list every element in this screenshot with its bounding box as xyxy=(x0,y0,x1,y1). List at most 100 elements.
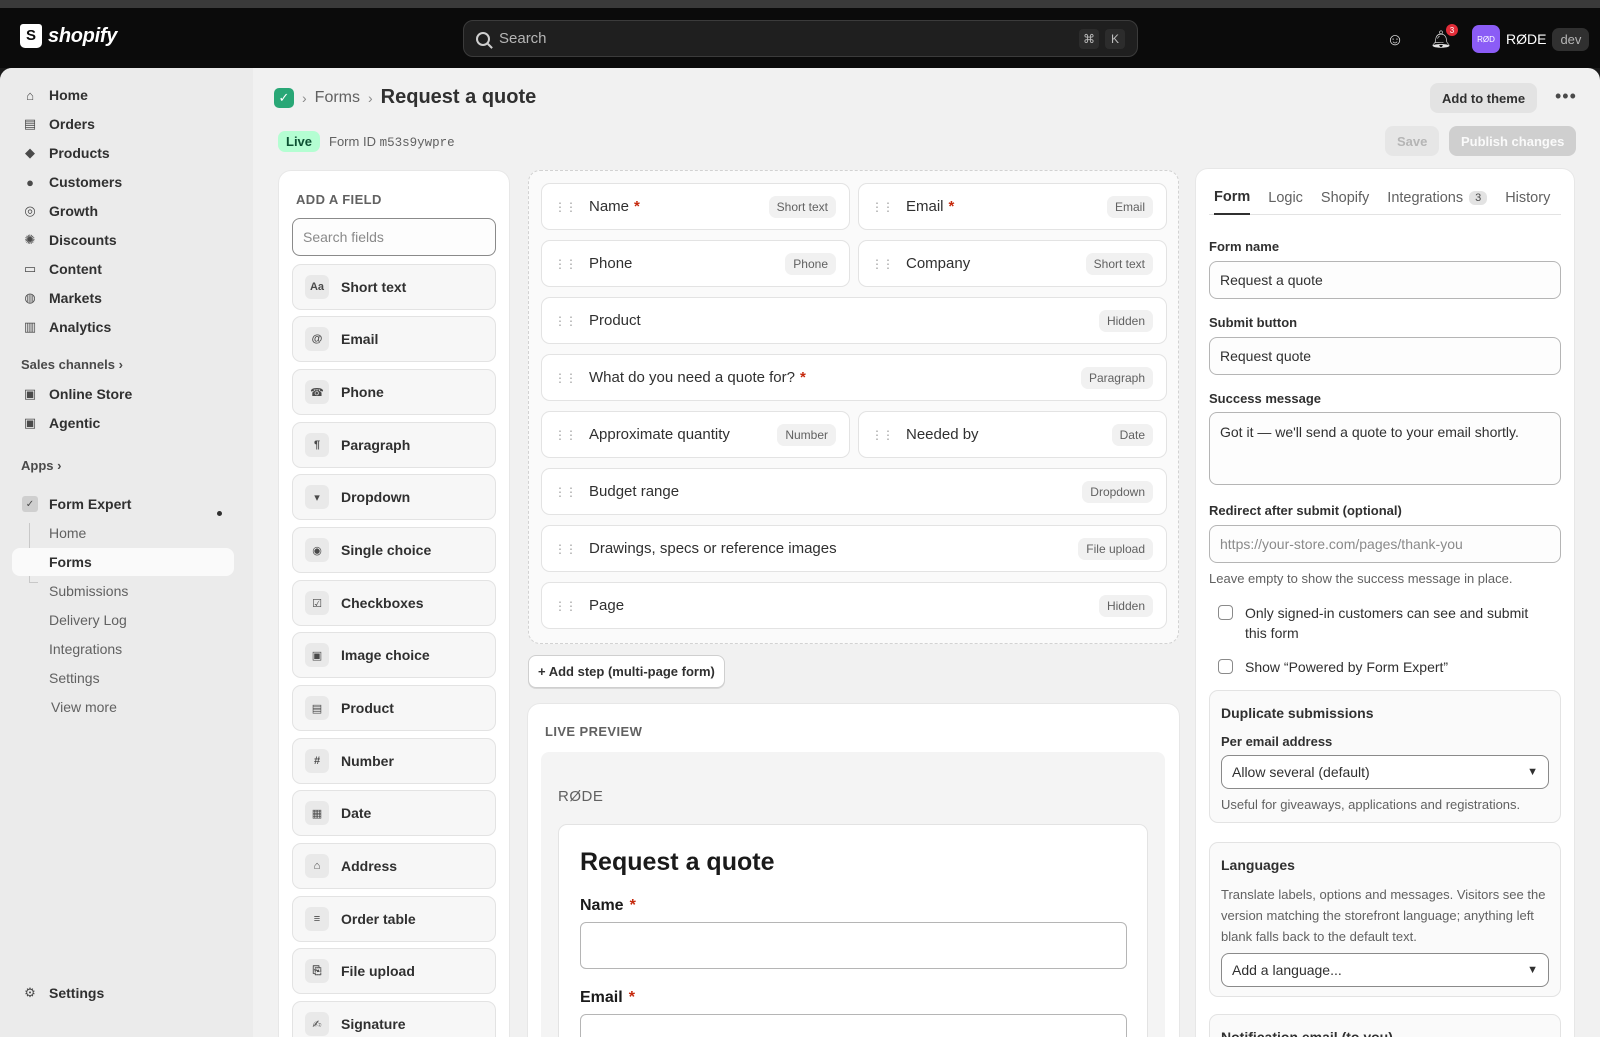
store-switcher[interactable]: RØD RØDE dev xyxy=(1472,25,1590,53)
preview-email-input[interactable] xyxy=(580,1014,1127,1037)
drag-handle-icon[interactable]: ⋮⋮ xyxy=(554,371,577,385)
palette-checkboxes[interactable]: ☑ Checkboxes xyxy=(292,580,496,626)
tab-history[interactable]: History xyxy=(1505,181,1550,215)
palette-dropdown[interactable]: ▾ Dropdown xyxy=(292,474,496,520)
drag-handle-icon[interactable]: ⋮⋮ xyxy=(554,485,577,499)
form-expert-app-icon[interactable]: ✓ xyxy=(274,87,294,108)
apps-header[interactable]: Apps › xyxy=(21,458,61,473)
tab-label: Shopify xyxy=(1320,190,1370,206)
field-row-needed-by[interactable]: ⋮⋮ Needed by Date xyxy=(858,411,1167,458)
palette-item-label: Single choice xyxy=(341,542,432,558)
tab-integrations[interactable]: Integrations 3 xyxy=(1387,181,1488,215)
sidebar-item-discounts[interactable]: ✺ Discounts xyxy=(12,226,234,254)
powered-by-checkbox[interactable]: Show “Powered by Form Expert” xyxy=(1218,657,1448,677)
checkbox-box[interactable] xyxy=(1218,605,1233,620)
publish-changes-button[interactable]: Publish changes xyxy=(1449,126,1577,156)
field-row-page[interactable]: ⋮⋮ Page Hidden xyxy=(541,582,1167,629)
field-row-phone[interactable]: ⋮⋮ Phone Phone xyxy=(541,240,850,287)
palette-order-table[interactable]: ≡ Order table xyxy=(292,896,496,942)
sidebar-item-analytics[interactable]: ▥ Analytics xyxy=(12,313,234,341)
palette-single-choice[interactable]: ◉ Single choice xyxy=(292,527,496,573)
save-button[interactable]: Save xyxy=(1385,126,1440,156)
sidebar-item-home[interactable]: ⌂ Home xyxy=(12,81,234,109)
global-search[interactable]: Search ⌘ K xyxy=(463,20,1138,57)
form-name-input[interactable]: Request a quote xyxy=(1209,261,1561,299)
more-actions-icon[interactable]: ••• xyxy=(1555,86,1577,107)
sidebar-item-growth[interactable]: ◎ Growth xyxy=(12,197,234,225)
drag-handle-icon[interactable]: ⋮⋮ xyxy=(554,599,577,613)
drag-handle-icon[interactable]: ⋮⋮ xyxy=(554,428,577,442)
palette-email[interactable]: @ Email xyxy=(292,316,496,362)
select-value: Add a language... xyxy=(1232,962,1342,978)
store-avatar: RØD xyxy=(1472,25,1500,53)
sidebar-view-more[interactable]: View more xyxy=(12,693,234,721)
search-fields-input[interactable]: Search fields xyxy=(292,218,496,256)
sidebar-item-orders[interactable]: ▤ Orders xyxy=(12,110,234,138)
palette-address[interactable]: ⌂ Address xyxy=(292,843,496,889)
add-language-select[interactable]: Add a language... ▼ xyxy=(1221,953,1549,987)
sidebar-subitem-submissions[interactable]: Submissions xyxy=(12,577,234,605)
palette-number[interactable]: # Number xyxy=(292,738,496,784)
bell-icon[interactable]: 🔔︎ 3 xyxy=(1430,24,1458,50)
sidebar-item-settings[interactable]: ⚙ Settings xyxy=(12,979,234,1007)
preview-name-input[interactable] xyxy=(580,922,1127,969)
palette-signature[interactable]: ✍ Signature xyxy=(292,1001,496,1037)
palette-file-upload[interactable]: ⎘ File upload xyxy=(292,948,496,994)
sidebar-item-products[interactable]: ◆ Products xyxy=(12,139,234,167)
field-row-drawings[interactable]: ⋮⋮ Drawings, specs or reference images Fil… xyxy=(541,525,1167,572)
sidebar-item-markets[interactable]: ◍ Markets xyxy=(12,284,234,312)
drag-handle-icon[interactable]: ⋮⋮ xyxy=(554,257,577,271)
admin-shell: ⌂ Home ▤ Orders ◆ Products ● Customers ◎ Grow… xyxy=(0,68,1600,1037)
redirect-url-input[interactable]: https://your-store.com/pages/thank-you xyxy=(1209,525,1561,563)
field-type-badge: Dropdown xyxy=(1082,480,1153,503)
gear-icon: ⚙ xyxy=(24,985,36,1000)
palette-phone[interactable]: ☎ Phone xyxy=(292,369,496,415)
palette-short-text[interactable]: Aa Short text xyxy=(292,264,496,310)
tab-logic[interactable]: Logic xyxy=(1268,181,1303,215)
sidebar-subitem-delivery-log[interactable]: Delivery Log xyxy=(12,606,234,634)
field-type-badge: Number xyxy=(777,423,836,446)
select-value: Allow several (default) xyxy=(1232,764,1370,780)
drag-handle-icon[interactable]: ⋮⋮ xyxy=(871,200,894,214)
sidebar-subitem-integrations[interactable]: Integrations xyxy=(12,635,234,663)
sidekick-icon[interactable]: ☺ xyxy=(1385,30,1405,50)
status-badge: Live xyxy=(278,131,321,152)
sidebar-subitem-home[interactable]: Home xyxy=(12,519,234,547)
drag-handle-icon[interactable]: ⋮⋮ xyxy=(554,542,577,556)
drag-handle-icon[interactable]: ⋮⋮ xyxy=(871,428,894,442)
sidebar-item-customers[interactable]: ● Customers xyxy=(12,168,234,196)
success-message-textarea[interactable]: Got it — we'll send a quote to your emai… xyxy=(1209,412,1561,485)
field-row-email[interactable]: ⋮⋮ Email * Email xyxy=(858,183,1167,230)
sidebar-item-form-expert[interactable]: ✓ Form Expert xyxy=(12,490,234,518)
add-to-theme-button[interactable]: Add to theme xyxy=(1430,83,1538,113)
drag-handle-icon[interactable]: ⋮⋮ xyxy=(871,257,894,271)
checkbox-box[interactable] xyxy=(1218,659,1233,674)
shopify-logo[interactable]: shopify xyxy=(20,24,117,48)
sidebar-item-online-store[interactable]: ▣ Online Store xyxy=(12,380,234,408)
dropdown-icon: ▾ xyxy=(305,485,329,509)
duplicate-policy-select[interactable]: Allow several (default) ▼ xyxy=(1221,755,1549,789)
submit-button-input[interactable]: Request quote xyxy=(1209,337,1561,375)
sidebar-subitem-settings[interactable]: Settings xyxy=(12,664,234,692)
sidebar-item-content[interactable]: ▭ Content xyxy=(12,255,234,283)
sidebar-item-agentic[interactable]: ▣ Agentic xyxy=(12,409,234,437)
breadcrumb-forms-link[interactable]: Forms xyxy=(315,89,360,107)
signed-in-only-checkbox[interactable]: Only signed-in customers can see and sub… xyxy=(1218,603,1548,644)
tab-form[interactable]: Form xyxy=(1214,181,1251,215)
palette-date[interactable]: ▦ Date xyxy=(292,790,496,836)
field-row-name[interactable]: ⋮⋮ Name * Short text xyxy=(541,183,850,230)
tab-shopify[interactable]: Shopify xyxy=(1321,181,1369,215)
sales-channels-header[interactable]: Sales channels › xyxy=(21,357,123,372)
sidebar-subitem-forms[interactable]: Forms xyxy=(12,548,234,576)
field-row-quote-for[interactable]: ⋮⋮ What do you need a quote for? * Paragrap… xyxy=(541,354,1167,401)
drag-handle-icon[interactable]: ⋮⋮ xyxy=(554,314,577,328)
palette-product[interactable]: ▤ Product xyxy=(292,685,496,731)
field-row-quantity[interactable]: ⋮⋮ Approximate quantity Number xyxy=(541,411,850,458)
palette-paragraph[interactable]: ¶ Paragraph xyxy=(292,422,496,468)
field-row-budget[interactable]: ⋮⋮ Budget range Dropdown xyxy=(541,468,1167,515)
field-row-company[interactable]: ⋮⋮ Company Short text xyxy=(858,240,1167,287)
field-row-product[interactable]: ⋮⋮ Product Hidden xyxy=(541,297,1167,344)
add-step-button[interactable]: + Add step (multi-page form) xyxy=(528,655,725,688)
palette-image-choice[interactable]: ▣ Image choice xyxy=(292,632,496,678)
drag-handle-icon[interactable]: ⋮⋮ xyxy=(554,200,577,214)
